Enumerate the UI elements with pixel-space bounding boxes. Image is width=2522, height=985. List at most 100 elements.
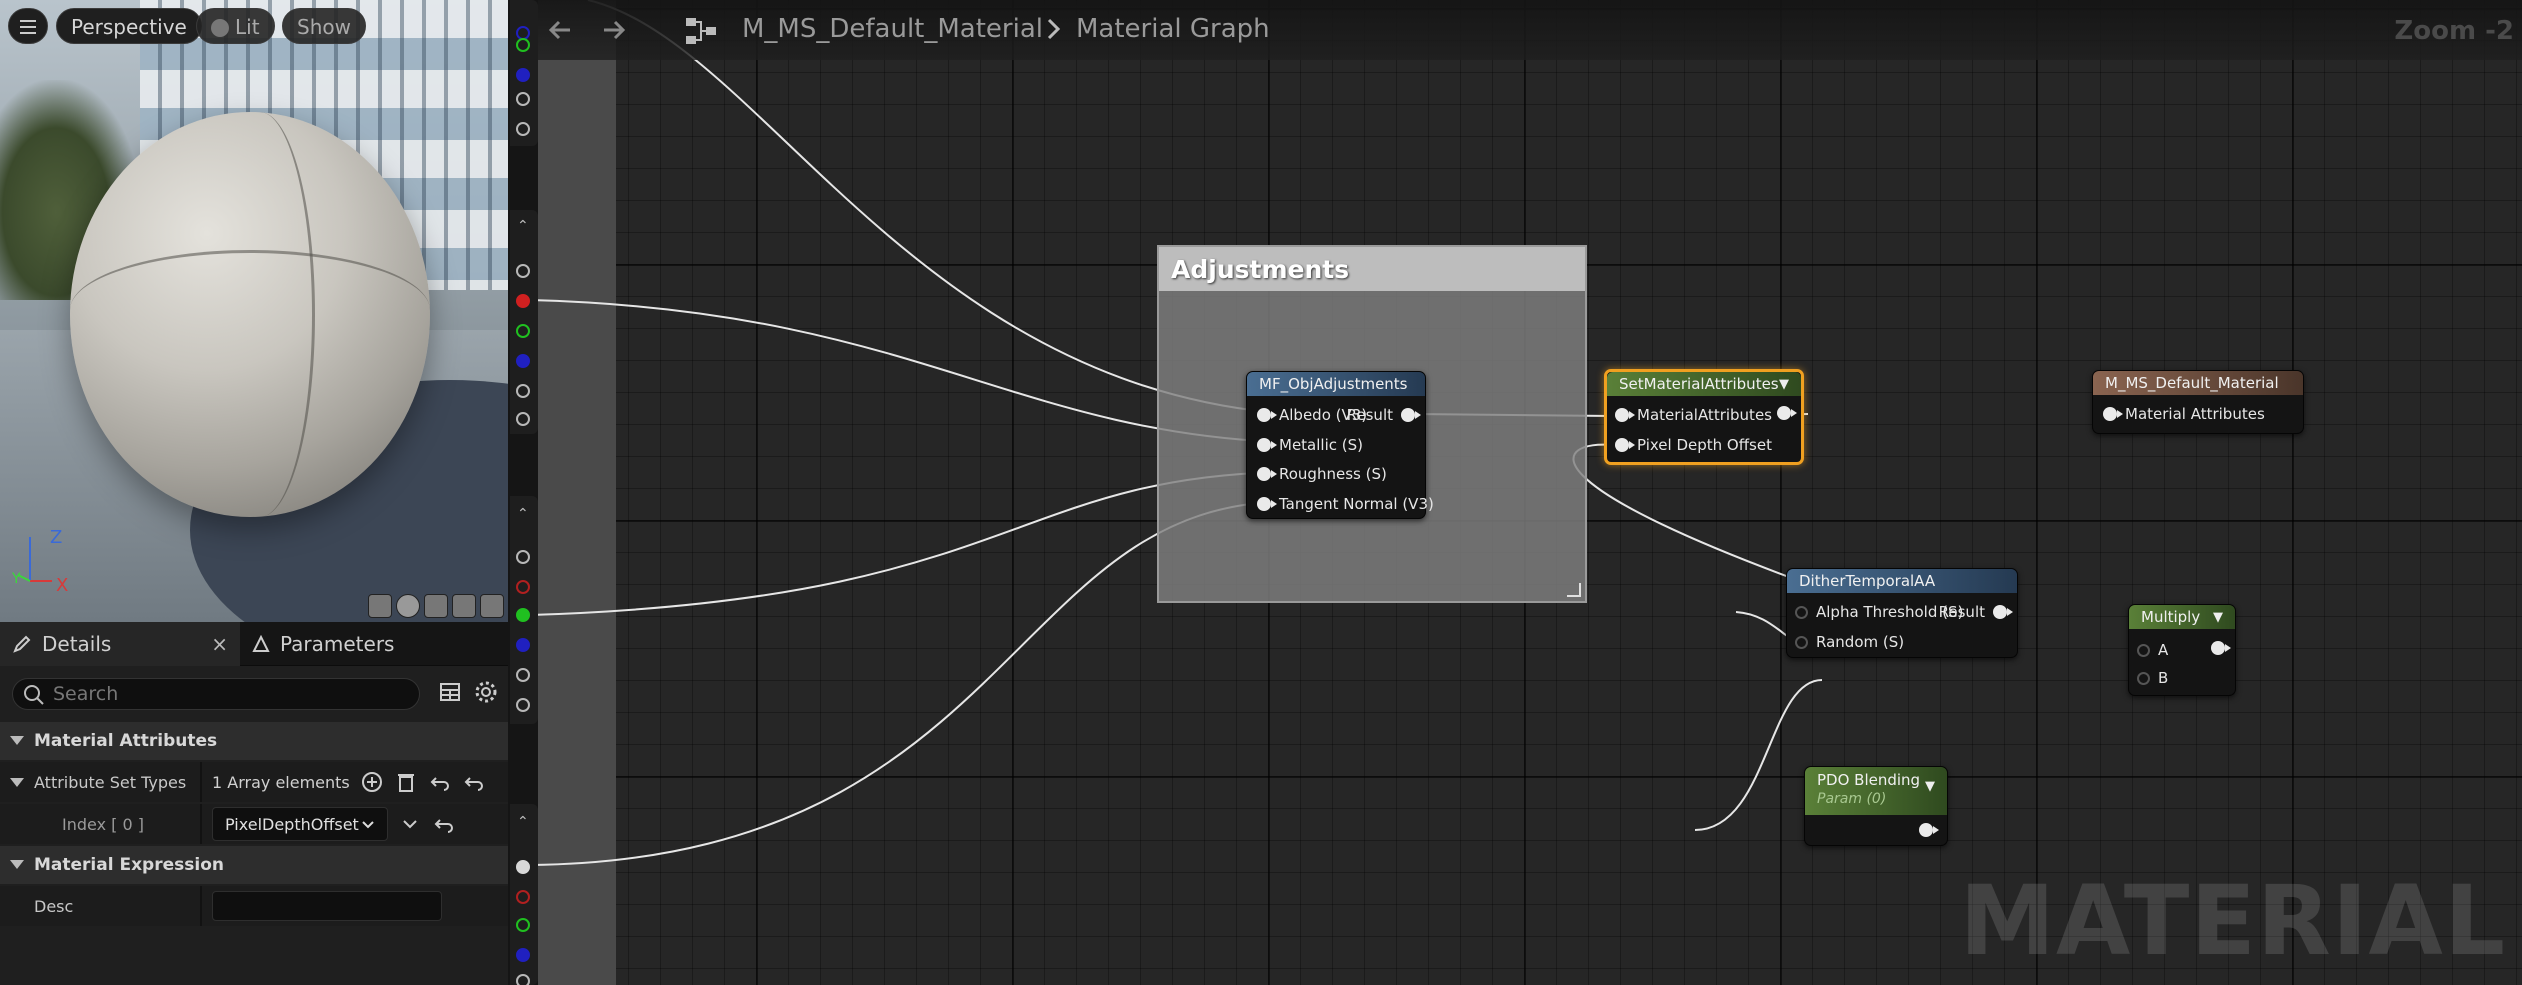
input-pin-random[interactable]: Random (S) [1795,633,1904,651]
node-mf-obj-adjustments[interactable]: MF_ObjAdjustments Albedo (V3) Metallic (… [1246,371,1434,519]
pin-icon[interactable] [516,68,530,82]
tab-parameters[interactable]: Parameters [240,622,406,666]
node-set-material-attributes[interactable]: SetMaterialAttributes ▼ MaterialAttribute… [1604,369,1804,465]
pin-block: ⌃ [510,804,538,985]
pin-icon[interactable] [516,384,530,398]
lit-button[interactable]: Lit [196,8,275,44]
pin-icon[interactable] [516,264,530,278]
pin-icon[interactable] [516,860,530,874]
output-pin-result[interactable]: Result [1939,603,2013,621]
pin-label: A [2158,641,2169,659]
property-desc: Desc [0,886,508,926]
pin-icon[interactable] [516,918,530,932]
pin-icon[interactable] [516,668,530,682]
pin-label: Result [1346,406,1393,424]
comment-title[interactable]: Adjustments [1159,247,1585,291]
pin-icon [2103,407,2123,421]
pin-icon[interactable] [516,608,530,622]
pin-icon[interactable] [516,38,530,52]
node-dither-temporal-aa[interactable]: DitherTemporalAA Alpha Threshold (S) Ran… [1786,568,2018,658]
node-pdo-blending[interactable]: PDO Blending Param (0) ▼ [1804,766,1948,846]
output-pin[interactable] [1777,406,1797,420]
lit-label: Lit [235,15,260,39]
node-multiply[interactable]: Multiply ▼ A B [2128,604,2236,696]
column-divider[interactable] [200,886,202,926]
chevron-down-icon[interactable] [398,812,422,836]
input-pin-material-attributes[interactable]: Material Attributes [2103,405,2265,423]
wire-pdo-to-b [1694,679,1823,831]
sphere-preview-icon[interactable] [396,594,420,618]
parameters-icon [252,635,270,652]
pin-icon[interactable] [516,698,530,712]
output-pin[interactable] [2211,641,2231,655]
perspective-button[interactable]: Perspective [56,8,202,44]
input-pin-a[interactable]: A [2137,641,2168,659]
column-divider[interactable] [200,762,202,802]
desc-input[interactable] [212,891,442,921]
pin-icon[interactable] [516,294,530,308]
tab-details[interactable]: Details × [0,622,240,666]
output-pin-result[interactable]: Result [1346,406,1421,424]
property-label: Index [ 0 ] [62,814,144,834]
mesh-preview-icon[interactable] [480,594,504,618]
input-pin-metallic[interactable]: Metallic (S) [1257,436,1363,454]
reset-to-default-icon[interactable] [432,812,456,836]
resize-handle-icon[interactable] [1567,583,1581,597]
undo-icon[interactable] [428,770,452,794]
reset-to-default-icon[interactable] [462,770,486,794]
trash-icon[interactable] [394,770,418,794]
material-graph-canvas[interactable]: Adjustments MF_ObjAdjustments Albedo (V3… [508,0,2522,985]
pin-icon[interactable] [516,638,530,652]
pin-block: ⌃ [510,496,538,724]
pin-icon[interactable] [516,580,530,594]
input-pin-tangent-normal[interactable]: Tangent Normal (V3) [1257,495,1434,513]
pin-icon[interactable] [516,948,530,962]
node-title: Multiply [2141,608,2201,626]
close-tab-icon[interactable]: × [211,632,228,656]
back-arrow-icon[interactable] [544,14,576,46]
pin-icon[interactable] [516,122,530,136]
column-divider[interactable] [200,804,202,844]
pin-icon[interactable] [516,412,530,426]
output-pin[interactable] [1919,823,1939,837]
pin-icon[interactable] [516,550,530,564]
breadcrumb-graph[interactable]: Material Graph [1076,14,1270,44]
lit-mode-icon [211,19,229,37]
show-button[interactable]: Show [282,8,366,44]
pin-icon[interactable] [516,324,530,338]
attribute-dropdown[interactable]: PixelDepthOffset [212,807,388,841]
chevron-up-icon[interactable]: ⌃ [517,814,529,830]
input-pin-pixel-depth-offset[interactable]: Pixel Depth Offset [1615,436,1772,454]
details-search-input[interactable]: Search [12,678,420,710]
cube-preview-icon[interactable] [452,594,476,618]
pin-icon[interactable] [516,890,530,904]
input-pin-material-attributes[interactable]: MaterialAttributes [1615,406,1772,424]
pin-label: Material Attributes [2125,405,2265,423]
chevron-down-icon[interactable]: ▼ [1779,377,1789,392]
input-pin-b[interactable]: B [2137,669,2168,687]
category-material-expression[interactable]: Material Expression [0,846,508,884]
cylinder-preview-icon[interactable] [368,594,392,618]
forward-arrow-icon[interactable] [598,14,630,46]
pin-icon[interactable] [516,974,530,985]
table-view-icon[interactable] [438,680,462,704]
chevron-up-icon[interactable]: ⌃ [517,218,529,234]
gear-icon[interactable] [474,680,498,704]
chevron-down-icon[interactable]: ▼ [1925,779,1935,794]
breadcrumb-asset[interactable]: M_MS_Default_Material [742,14,1043,44]
plane-preview-icon[interactable] [424,594,448,618]
node-header: SetMaterialAttributes ▼ [1607,372,1801,396]
input-pin-roughness[interactable]: Roughness (S) [1257,465,1387,483]
collapse-arrow-icon[interactable] [10,778,24,787]
pin-icon[interactable] [516,354,530,368]
pin-icon[interactable] [516,92,530,106]
node-header: Multiply ▼ [2129,605,2235,629]
viewport-menu-button[interactable] [8,8,48,44]
pin-icon [1401,408,1421,422]
chevron-up-icon[interactable]: ⌃ [517,506,529,522]
add-element-icon[interactable] [360,770,384,794]
category-material-attributes[interactable]: Material Attributes [0,722,508,760]
chevron-down-icon[interactable]: ▼ [2213,610,2223,625]
material-preview-viewport[interactable]: Perspective Lit Show Z X Y [0,0,508,622]
node-material-result[interactable]: M_MS_Default_Material Material Attribute… [2092,370,2304,434]
